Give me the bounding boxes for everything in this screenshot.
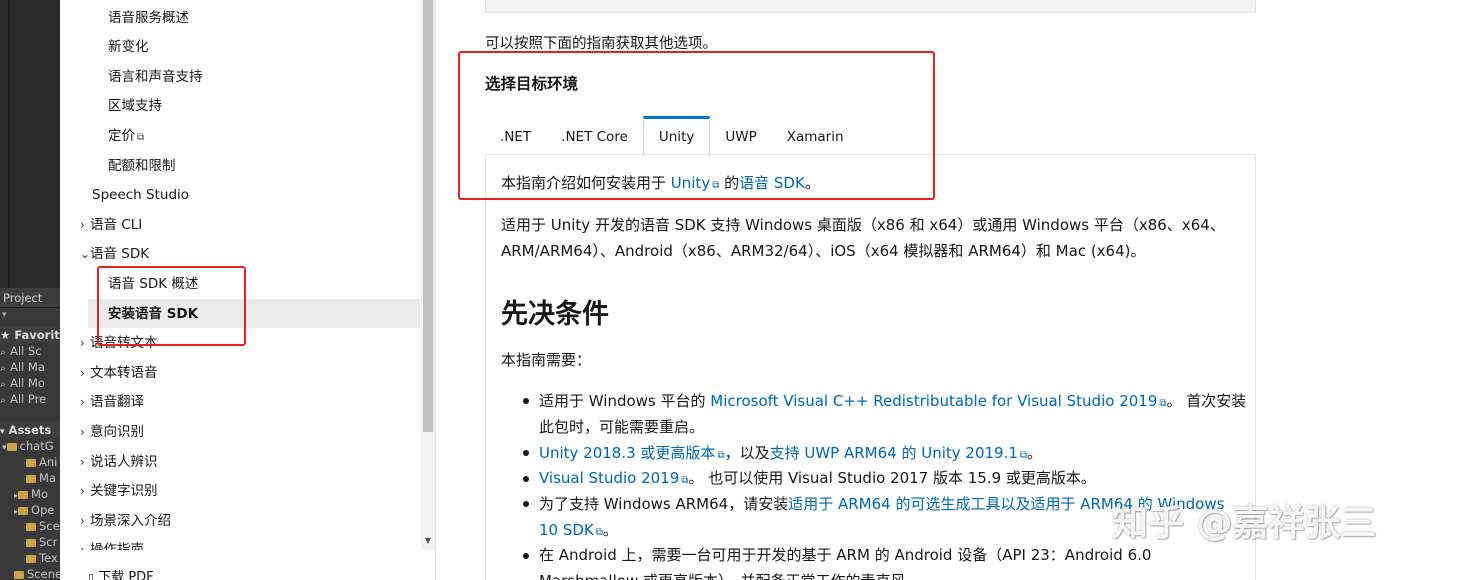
toc-item-translation[interactable]: › 语音翻译: [80, 392, 144, 412]
unity-favorites-header[interactable]: ★ Favorites: [0, 327, 60, 343]
toc-item-speech-sdk[interactable]: ⌄语音 SDK: [80, 244, 149, 264]
unity-divider: [8, 0, 10, 288]
unity-folder[interactable]: ▾ chatG: [2, 438, 54, 454]
chevron-down-icon: ⌄: [80, 247, 91, 261]
folder-icon: [18, 506, 29, 515]
unity-favorite-item[interactable]: ⌕ All Mo: [0, 375, 45, 391]
unity-favorite-item[interactable]: ⌕ All Ma: [0, 359, 45, 375]
folder-icon: [26, 554, 36, 563]
annotation-box-unity-tab: [458, 51, 935, 200]
external-link-icon: ⧉: [595, 527, 603, 538]
chevron-right-icon: ›: [80, 366, 85, 380]
toc-item-pricing[interactable]: 定价 ⧉: [108, 126, 144, 146]
download-pdf-link[interactable]: ▯ 下载 PDF: [88, 566, 154, 580]
chevron-right-icon: ›: [80, 514, 85, 528]
unity-folder[interactable]: Ma: [26, 470, 56, 486]
vcredist-link[interactable]: Microsoft Visual C++ Redistributable for…: [710, 392, 1157, 410]
prereq-vcredist-line2: 此包时，可能需要重启。: [539, 418, 705, 436]
toc-item-speech-studio[interactable]: Speech Studio: [92, 185, 189, 205]
chevron-right-icon: ›: [80, 395, 85, 409]
external-link-icon: ⧉: [1159, 398, 1167, 409]
toc-item-overview[interactable]: 语音服务概述: [108, 8, 189, 28]
prerequisites-heading: 先决条件: [501, 299, 609, 330]
unity-folder[interactable]: Ani: [26, 454, 57, 470]
toc-item-whats-new[interactable]: 新变化: [108, 37, 149, 57]
external-link-icon: ⧉: [137, 132, 145, 143]
unity-folder[interactable]: ▸ Mo: [14, 486, 48, 502]
toc-item-language-support[interactable]: 语言和声音支持: [108, 67, 203, 87]
bullet-dot: [523, 476, 529, 482]
bullet-dot: [523, 501, 529, 507]
unity-project-tab[interactable]: Project: [0, 288, 60, 308]
platform-support-line-1: 适用于 Unity 开发的语音 SDK 支持 Windows 桌面版（x86 和…: [501, 216, 1225, 234]
bullet-dot: [523, 553, 529, 559]
visual-studio-link[interactable]: Visual Studio 2019: [539, 469, 679, 487]
toc-scroll-thumb[interactable]: [423, 0, 433, 432]
chevron-right-icon: ›: [80, 484, 85, 498]
prereq-android: 在 Android 上，需要一台可用于开发的基于 ARM 的 Android 设…: [539, 546, 1152, 564]
toc-item-speaker[interactable]: › 说话人辨识: [80, 452, 158, 472]
toc-item-speech-cli[interactable]: › 语音 CLI: [80, 215, 142, 235]
unity-folder[interactable]: ▸ Ope: [14, 502, 54, 518]
folder-icon: [26, 458, 36, 467]
toc-item-howto[interactable]: › 操作指南: [80, 539, 144, 550]
platform-support-line-2: ARM/ARM64）、Android（x86、ARM32/64）、iOS（x64…: [501, 242, 1146, 260]
unity-2018-link[interactable]: Unity 2018.3 或更高版本: [539, 444, 715, 462]
unity-folder[interactable]: Scene: [14, 566, 60, 580]
folder-icon: [18, 490, 29, 499]
code-block: [485, 0, 1256, 13]
win10-sdk-link[interactable]: 10 SDK: [539, 521, 594, 539]
external-link-icon: ⧉: [1019, 450, 1028, 461]
bullet-dot: [523, 450, 529, 456]
chevron-right-icon: ›: [80, 425, 85, 439]
create-dropdown-icon[interactable]: ▾: [2, 310, 7, 320]
bullet-dot: [523, 398, 529, 404]
toc-item-text-to-speech[interactable]: › 文本转语音: [80, 363, 158, 383]
prereq-android-line2: Marshmallow 或更高版本），并配备正常工作的麦克风。: [539, 568, 920, 580]
prerequisites-intro: 本指南需要：: [501, 351, 592, 369]
toc-item-intent[interactable]: › 意向识别: [80, 422, 144, 442]
scroll-down-arrow-icon[interactable]: ▼: [423, 536, 433, 545]
chevron-right-icon: ›: [80, 336, 85, 350]
toc-item-region-support[interactable]: 区域支持: [108, 96, 162, 116]
unity-favorite-item[interactable]: ⌕ All Pre: [0, 391, 46, 407]
folder-icon: [26, 522, 36, 531]
folder-icon: [26, 474, 36, 483]
unity-folder[interactable]: Sce: [26, 518, 60, 534]
prereq-vcredist: 适用于 Windows 平台的 Microsoft Visual C++ Red…: [539, 392, 1247, 410]
folder-icon: [6, 442, 17, 451]
unity-favorite-item[interactable]: ⌕ All Sc: [0, 343, 42, 359]
pdf-icon: ▯: [88, 571, 95, 580]
chevron-right-icon: ›: [80, 218, 85, 232]
chevron-right-icon: ›: [80, 455, 85, 469]
folder-icon: [14, 570, 24, 579]
unity-folder[interactable]: Tex: [26, 550, 58, 566]
toc-item-scenarios[interactable]: › 场景深入介绍: [80, 511, 171, 531]
unity-assets-header[interactable]: ▾ Assets: [0, 422, 60, 438]
toc-item-quotas[interactable]: 配额和限制: [108, 156, 176, 176]
prereq-visual-studio: Visual Studio 2019 ⧉。 也可以使用 Visual Studio…: [539, 469, 1096, 487]
chevron-right-icon: ›: [80, 543, 85, 550]
unity-editor-strip: Project ▾ ★ Favorites ⌕All Sc ⌕All Ma ⌕A…: [0, 0, 60, 580]
zhihu-watermark: 知乎 @嘉祥张三: [1112, 503, 1377, 544]
search-icon: ⌕: [0, 395, 6, 406]
folder-icon: [26, 538, 36, 547]
intro-text: 可以按照下面的指南获取其他选项。: [485, 36, 717, 52]
unity-2019-arm64-link[interactable]: 支持 UWP ARM64 的 Unity 2019.1: [770, 444, 1018, 462]
toc-item-keyword[interactable]: › 关键字识别: [80, 481, 158, 501]
annotation-box-install-sdk: [97, 266, 246, 346]
toc-scrollbar[interactable]: ▼: [421, 0, 435, 550]
unity-folder[interactable]: Scr: [26, 534, 57, 550]
external-link-icon: ⧉: [717, 450, 725, 461]
